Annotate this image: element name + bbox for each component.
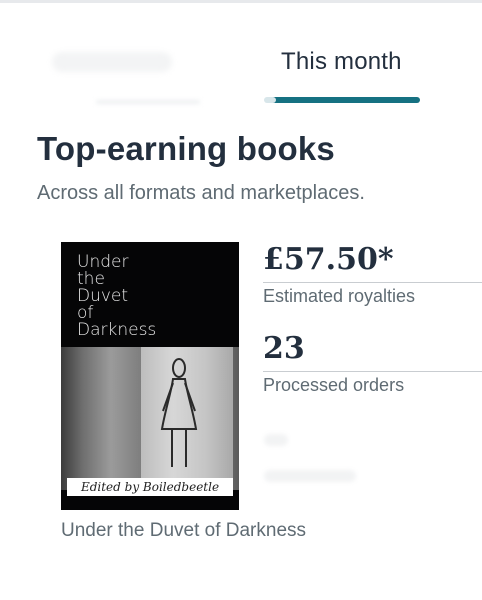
woman-sign-icon: [160, 358, 198, 467]
top-divider: [0, 0, 482, 3]
section-title: Top-earning books: [37, 130, 335, 167]
section-subtitle: Across all formats and marketplaces.: [37, 182, 365, 204]
orders-value: 23: [263, 331, 305, 366]
orders-divider: [263, 371, 482, 372]
cover-editor: Edited by Boiledbeetle: [67, 478, 233, 496]
cover-title: Under the Duvet of Darkness: [77, 252, 157, 340]
tab-previous-blurred[interactable]: [52, 52, 172, 72]
tab-previous-underline: [96, 100, 200, 104]
cover-photo: [61, 347, 239, 490]
book-title-caption[interactable]: Under the Duvet of Darkness: [61, 520, 306, 542]
faded-placeholder-2: [264, 470, 356, 482]
tab-this-month[interactable]: This month: [281, 48, 402, 76]
royalties-divider: [263, 282, 482, 283]
book-cover[interactable]: Under the Duvet of Darkness Edited by Bo…: [61, 242, 239, 510]
period-tabs: This month: [0, 30, 482, 106]
orders-label: Processed orders: [263, 375, 405, 395]
royalties-value: £57.50*: [263, 242, 394, 277]
active-tab-indicator: [264, 97, 420, 103]
royalties-label: Estimated royalties: [263, 286, 416, 306]
faded-placeholder-1: [264, 434, 288, 446]
